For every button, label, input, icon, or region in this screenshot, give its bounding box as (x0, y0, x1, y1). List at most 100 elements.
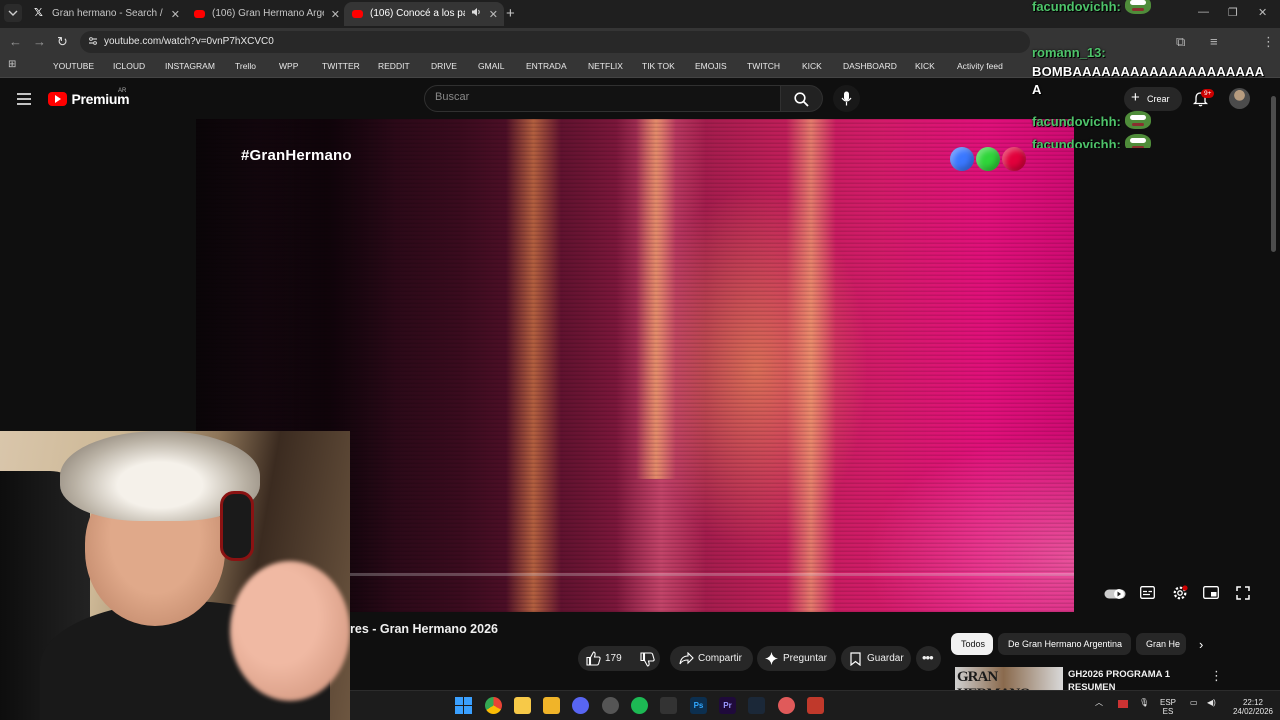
windows-start-icon[interactable] (455, 697, 472, 714)
close-icon[interactable]: ✕ (489, 8, 498, 21)
thumbs-up-icon[interactable] (586, 651, 601, 666)
save-label: Guardar (867, 653, 904, 664)
media-icon[interactable]: ≡ (1210, 34, 1218, 49)
spotify-icon[interactable] (631, 697, 648, 714)
recommendation-thumbnail[interactable]: GRAN HERMANO (955, 667, 1063, 691)
close-icon[interactable]: ✕ (331, 8, 340, 21)
pepe-emote-icon (1124, 0, 1151, 14)
extensions-icon[interactable]: ⧉ (1176, 34, 1185, 50)
chip-label: Gran He (1146, 639, 1181, 649)
bookmark-twitch[interactable]: TWITCH (734, 61, 780, 71)
chip-channel[interactable]: De Gran Hermano Argentina (998, 633, 1131, 655)
language-indicator[interactable]: ESP ES (1160, 698, 1176, 716)
autoplay-toggle-icon[interactable] (1104, 588, 1126, 600)
bookmark-gmail[interactable]: GMAIL (465, 61, 504, 71)
youtube-premium-logo[interactable]: Premium AR (48, 88, 130, 108)
settings-gear-icon[interactable] (1172, 585, 1188, 601)
search-button[interactable] (781, 85, 823, 112)
menu-icon[interactable] (17, 93, 31, 105)
maximize-icon[interactable]: ❐ (1228, 6, 1238, 19)
network-icon[interactable]: ▭ (1190, 698, 1198, 707)
bookmark-icloud[interactable]: ICLOUD (100, 61, 145, 71)
steam-icon[interactable] (748, 697, 765, 714)
bookmark-activity-feed[interactable]: Activity feed (944, 61, 1003, 71)
save-button[interactable]: Guardar (841, 646, 911, 671)
chrome-icon[interactable] (485, 697, 502, 714)
capcut-icon[interactable] (778, 697, 795, 714)
apps-grid-icon[interactable]: ⊞ (8, 59, 16, 70)
microphone-icon (841, 91, 852, 106)
browser-tab-youtube-video[interactable]: (106) Conocé a los participa ✕ (344, 2, 504, 26)
forward-icon[interactable]: → (33, 34, 46, 49)
sticky-notes-icon[interactable] (514, 697, 531, 714)
sparkle-icon (765, 652, 778, 665)
site-info-icon[interactable] (88, 36, 98, 46)
close-window-icon[interactable]: ✕ (1258, 6, 1267, 19)
reload-icon[interactable]: ↻ (57, 34, 68, 50)
chip-all[interactable]: Todos (951, 633, 993, 655)
tray-microphone-icon[interactable]: 🎙 (1139, 698, 1149, 707)
menu-dots-icon[interactable]: ⋮ (1262, 34, 1275, 50)
streamer-hand (230, 561, 350, 701)
bookmark-youtube[interactable]: YOUTUBE (40, 61, 94, 71)
discord-icon[interactable] (572, 697, 589, 714)
chevron-down-icon (8, 10, 18, 16)
bookmark-kick[interactable]: KICK (789, 61, 822, 71)
new-tab-button[interactable]: + (506, 5, 515, 22)
thumbnail-text: GRAN HERMANO (957, 669, 1031, 691)
tab-search-button[interactable] (4, 4, 22, 22)
chip-related[interactable]: Gran He (1136, 633, 1186, 655)
bookmark-instagram[interactable]: INSTAGRAM (152, 61, 215, 71)
photoshop-icon[interactable]: Ps (690, 697, 707, 714)
clock-date: 24/02/2026 (1232, 707, 1274, 716)
browser-tab-x[interactable]: 𝕏 Gran hermano - Search / X ✕ (26, 2, 186, 26)
bookmark-entrada[interactable]: ENTRADA (513, 61, 567, 71)
fullscreen-icon[interactable] (1236, 586, 1250, 600)
video-hashtag: #GranHermano (241, 147, 352, 164)
bookmark-reddit[interactable]: REDDIT (365, 61, 410, 71)
tray-chevron-up-icon[interactable]: ︿ (1095, 698, 1103, 707)
trello-icon (222, 61, 231, 70)
bookmark-tiktok[interactable]: TIK TOK (629, 61, 675, 71)
more-horizontal-icon: ••• (922, 650, 934, 665)
voicemeeter-icon[interactable] (807, 697, 824, 714)
bookmark-emojis[interactable]: EMOJIS (682, 61, 727, 71)
bookmark-kick-2[interactable]: KICK (902, 61, 935, 71)
close-icon[interactable]: ✕ (171, 8, 180, 21)
thumbs-down-icon[interactable] (640, 652, 655, 667)
address-bar[interactable]: youtube.com/watch?v=0vnP7hXCVC0 (80, 31, 1030, 53)
subtitles-icon[interactable] (1140, 586, 1155, 599)
obs-icon[interactable] (602, 697, 619, 714)
drive-icon (418, 61, 427, 70)
chat-message: facundovichh: (1032, 111, 1151, 129)
bookmark-dashboard[interactable]: DASHBOARD (830, 61, 897, 71)
clock[interactable]: 22:12 24/02/2026 (1230, 698, 1276, 716)
browser-tab-youtube-channel[interactable]: (106) Gran Hermano Argentina ✕ (186, 2, 346, 26)
kick-icon (789, 61, 798, 70)
tray-app-icon[interactable] (1118, 700, 1128, 708)
bookmark-icon (850, 652, 861, 666)
bookmark-twitter[interactable]: TWITTER (309, 61, 360, 71)
minimize-icon[interactable]: — (1198, 6, 1209, 18)
app-icon[interactable] (660, 697, 677, 714)
speaker-icon[interactable] (471, 7, 482, 20)
chevron-right-icon[interactable]: › (1199, 637, 1203, 652)
more-vertical-icon[interactable]: ⋮ (1210, 668, 1223, 684)
scrollbar-thumb[interactable] (1271, 96, 1276, 252)
search-input[interactable] (435, 91, 765, 103)
bookmark-wpp[interactable]: WPP (266, 61, 298, 71)
premiere-icon[interactable]: Pr (719, 697, 736, 714)
back-icon[interactable]: ← (9, 34, 22, 49)
share-button[interactable]: Compartir (670, 646, 753, 671)
volume-icon[interactable]: ◀) (1207, 698, 1216, 707)
miniplayer-icon[interactable] (1203, 586, 1219, 599)
bookmark-netflix[interactable]: NETFLIX (575, 61, 623, 71)
file-explorer-icon[interactable] (543, 697, 560, 714)
voice-search-button[interactable] (833, 85, 860, 112)
bookmark-trello[interactable]: Trello (222, 61, 256, 71)
more-actions-button[interactable]: ••• (916, 646, 941, 671)
ask-button[interactable]: Preguntar (757, 646, 836, 671)
bookmark-drive[interactable]: DRIVE (418, 61, 457, 71)
language-sub: ES (1162, 707, 1174, 716)
chat-message-text: BOMBAAAAAAAAAAAAAAAAAAAAA (1032, 64, 1265, 97)
